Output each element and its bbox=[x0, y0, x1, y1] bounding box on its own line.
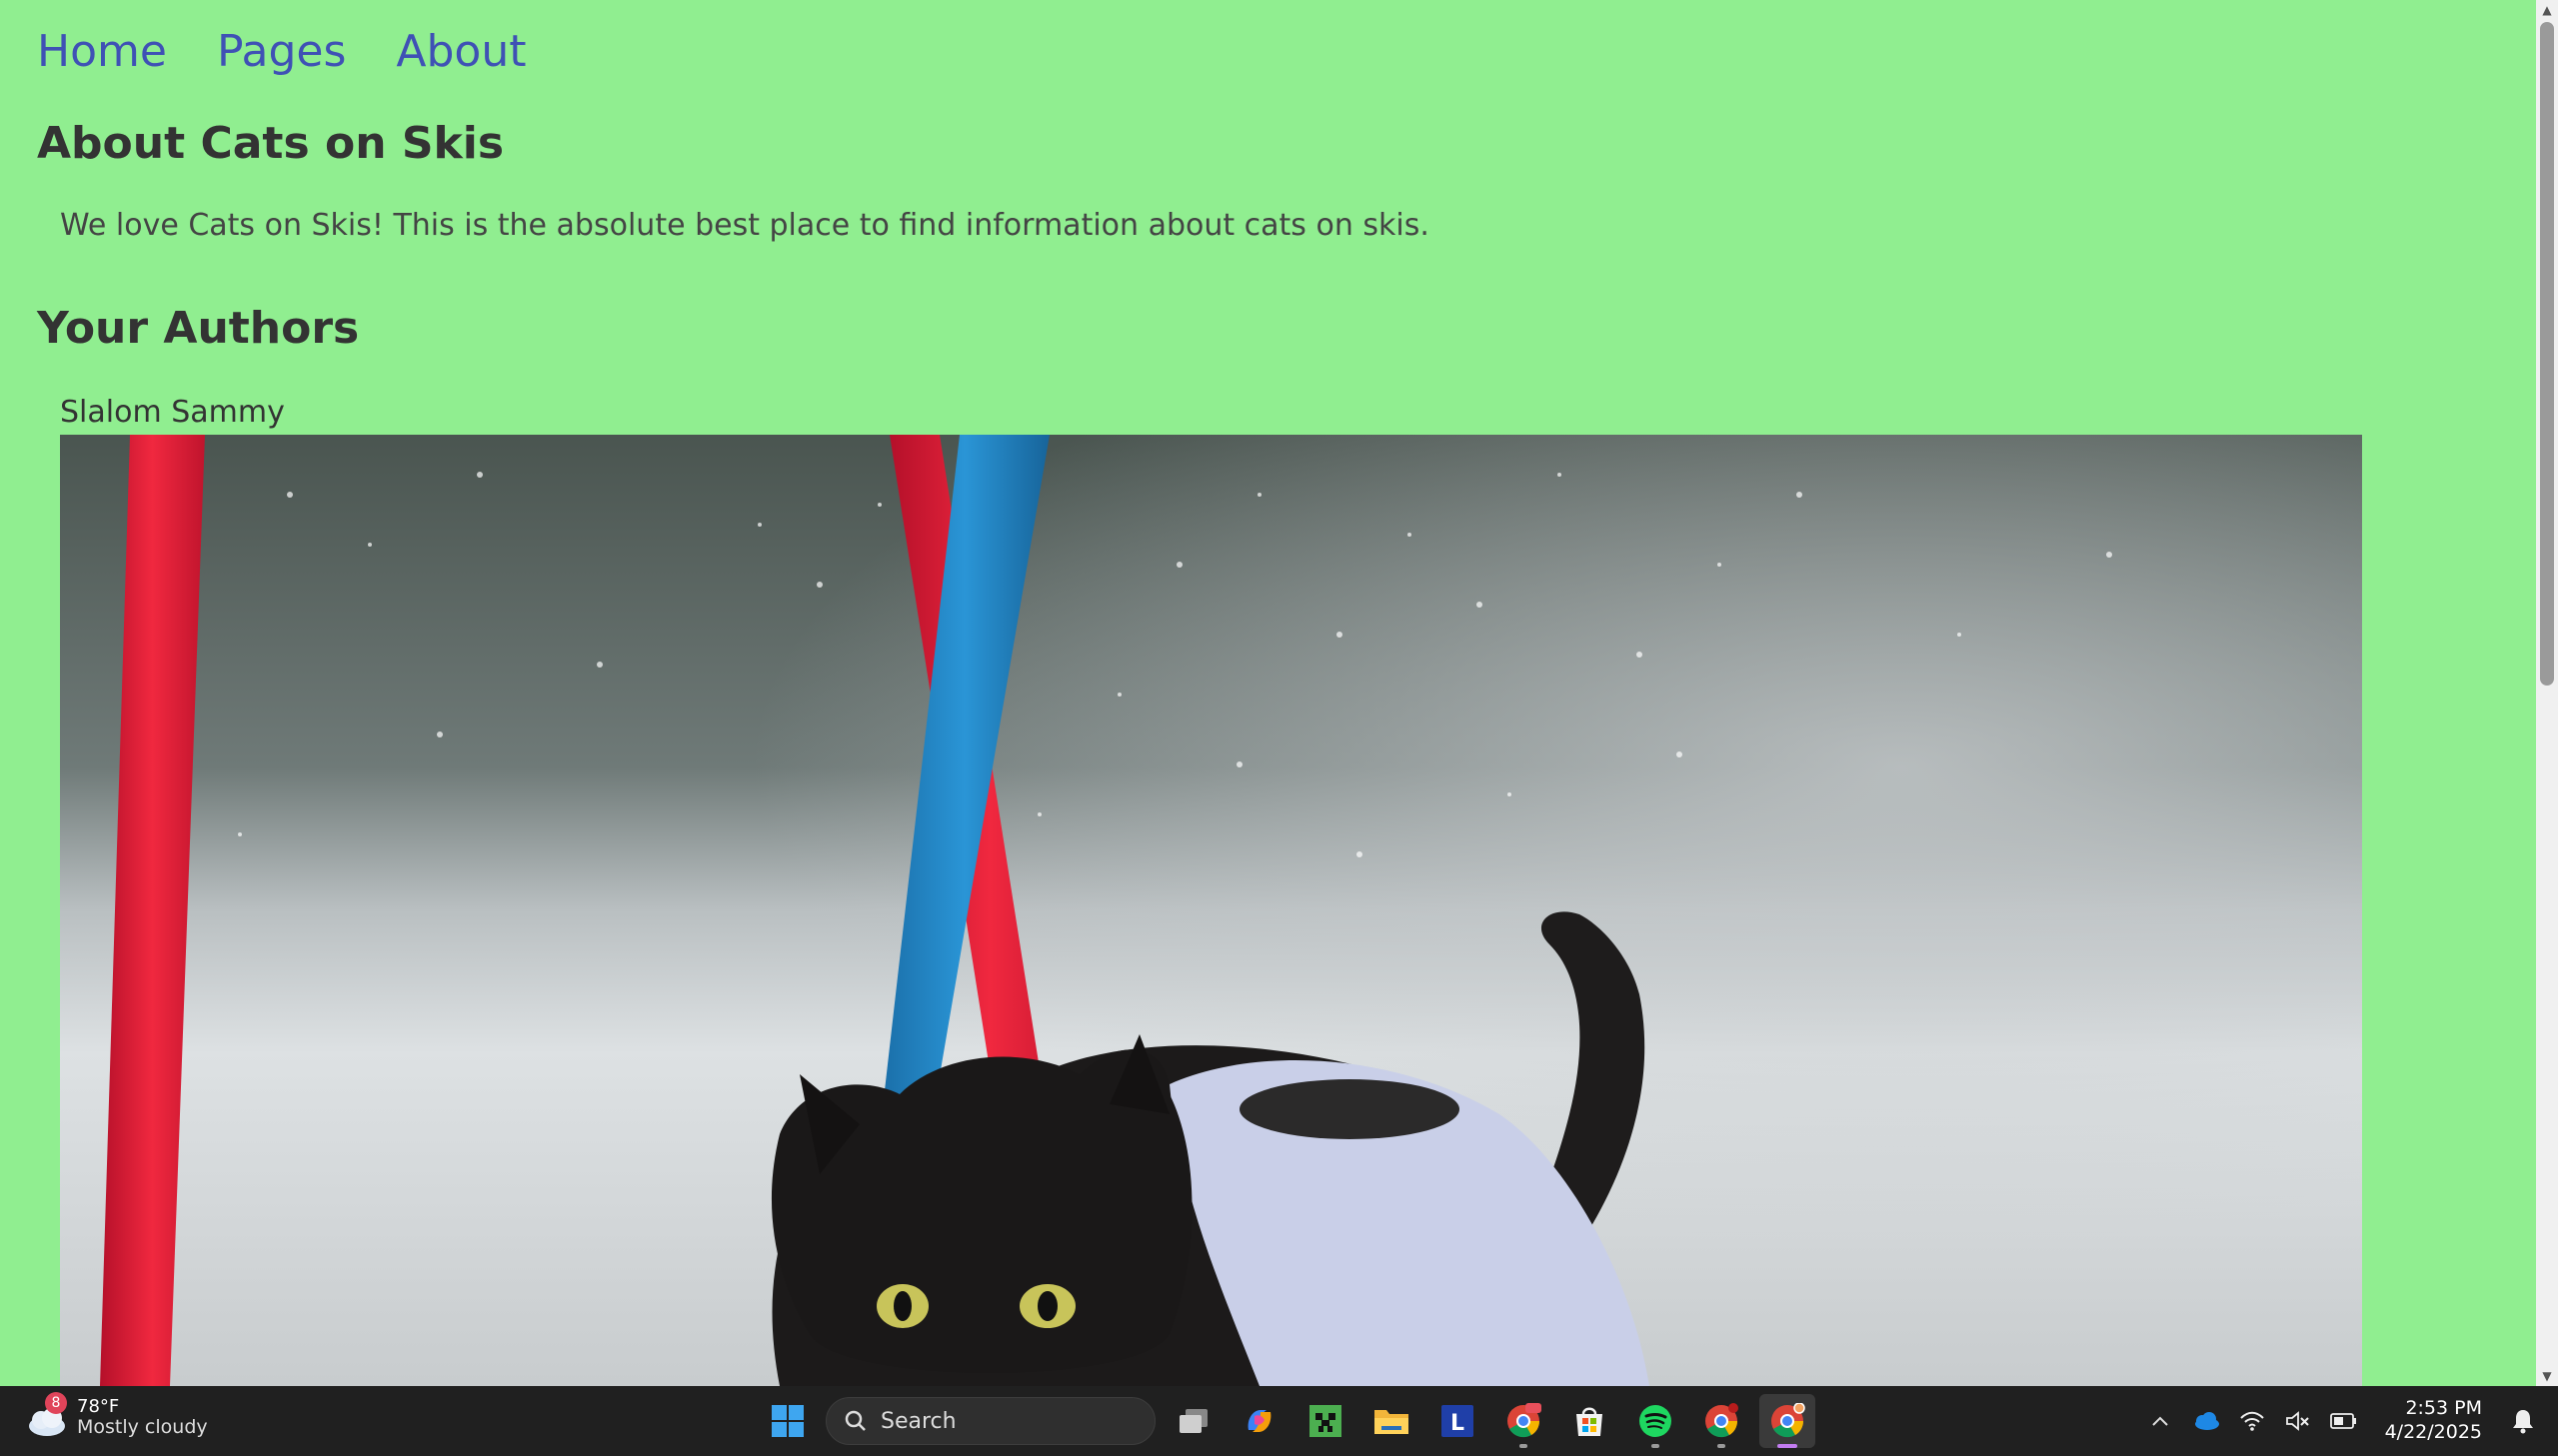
scroll-up-arrow-icon[interactable]: ▲ bbox=[2536, 0, 2558, 20]
cloud-icon: 8 bbox=[25, 1392, 69, 1440]
microsoft-store-icon[interactable] bbox=[1561, 1394, 1617, 1448]
chrome-icon[interactable] bbox=[1693, 1394, 1749, 1448]
taskbar-apps: Search L bbox=[760, 1394, 1815, 1448]
search-icon bbox=[845, 1410, 866, 1431]
top-navigation: Home Pages About bbox=[37, 30, 526, 74]
nav-link-pages[interactable]: Pages bbox=[217, 30, 346, 74]
active-indicator bbox=[1777, 1444, 1797, 1448]
battery-icon[interactable] bbox=[2329, 1406, 2359, 1436]
nav-link-about[interactable]: About bbox=[396, 30, 526, 74]
taskbar-search-box[interactable]: Search bbox=[826, 1397, 1156, 1445]
wifi-icon[interactable] bbox=[2237, 1406, 2267, 1436]
weather-alert-badge: 8 bbox=[45, 1392, 67, 1414]
running-indicator bbox=[1717, 1444, 1725, 1448]
l-app-icon[interactable]: L bbox=[1429, 1394, 1485, 1448]
task-view-icon[interactable] bbox=[1166, 1394, 1222, 1448]
weather-widget[interactable]: 8 78°F Mostly cloudy bbox=[25, 1392, 208, 1440]
page-title: About Cats on Skis bbox=[37, 118, 505, 169]
volume-muted-icon[interactable] bbox=[2283, 1406, 2313, 1436]
scroll-down-arrow-icon[interactable]: ▼ bbox=[2536, 1366, 2558, 1386]
chrome-beta-icon[interactable] bbox=[1495, 1394, 1551, 1448]
author-name: Slalom Sammy bbox=[60, 395, 285, 430]
copilot-icon[interactable] bbox=[1232, 1394, 1287, 1448]
search-label: Search bbox=[881, 1408, 957, 1434]
browser-viewport: Home Pages About About Cats on Skis We l… bbox=[0, 0, 2536, 1386]
running-indicator bbox=[1519, 1444, 1527, 1448]
vertical-scrollbar[interactable]: ▲ ▼ bbox=[2536, 0, 2558, 1386]
spotify-icon[interactable] bbox=[1627, 1394, 1683, 1448]
intro-paragraph: We love Cats on Skis! This is the absolu… bbox=[60, 208, 1429, 243]
notifications-bell-icon[interactable] bbox=[2508, 1406, 2538, 1436]
clock-date: 4/22/2025 bbox=[2384, 1421, 2482, 1443]
weather-condition: Mostly cloudy bbox=[77, 1416, 208, 1439]
author-photo bbox=[60, 435, 2362, 1386]
chevron-up-icon[interactable] bbox=[2145, 1406, 2175, 1436]
svg-text:L: L bbox=[1450, 1411, 1464, 1436]
weather-temperature: 78°F bbox=[77, 1395, 120, 1417]
windows-taskbar: 8 78°F Mostly cloudy Search L 2:53 PM 4/… bbox=[0, 1386, 2558, 1456]
onedrive-cloud-icon[interactable] bbox=[2191, 1406, 2221, 1436]
running-indicator bbox=[1651, 1444, 1659, 1448]
clock-time: 2:53 PM bbox=[2405, 1397, 2482, 1420]
windows-start-icon[interactable] bbox=[760, 1394, 816, 1448]
chrome-canary-icon[interactable] bbox=[1759, 1394, 1815, 1448]
nav-link-home[interactable]: Home bbox=[37, 30, 167, 74]
file-explorer-icon[interactable] bbox=[1363, 1394, 1419, 1448]
scrollbar-thumb[interactable] bbox=[2540, 22, 2554, 686]
authors-heading: Your Authors bbox=[37, 303, 360, 354]
minecraft-icon[interactable] bbox=[1297, 1394, 1353, 1448]
system-tray: 2:53 PM 4/22/2025 bbox=[2145, 1394, 2538, 1448]
system-clock[interactable]: 2:53 PM 4/22/2025 bbox=[2385, 1397, 2482, 1445]
